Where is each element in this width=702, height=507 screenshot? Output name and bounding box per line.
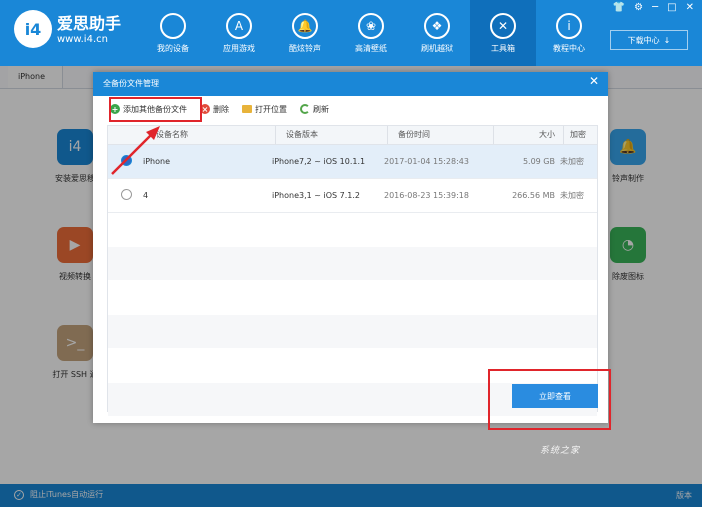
download-icon: ↓ xyxy=(663,35,671,45)
nav-label: 我的设备 xyxy=(157,43,189,53)
refresh-button[interactable]: 刷新 xyxy=(300,104,329,115)
open-location-button[interactable]: 打开位置 xyxy=(242,104,287,115)
settings-icon[interactable]: ⚙ xyxy=(634,2,643,13)
apple-icon xyxy=(160,12,186,39)
minimize-icon[interactable]: ─ xyxy=(652,2,658,13)
cell-backup-time: 2017-01-04 15:28:43 xyxy=(384,157,469,166)
nav-wallpapers[interactable]: ❀ 高清壁纸 xyxy=(338,0,404,66)
table-header: 设备名称 设备版本 备份时间 大小 加密 xyxy=(108,126,597,145)
nav-label: 高清壁纸 xyxy=(355,43,387,53)
close-icon[interactable]: ✕ xyxy=(686,2,694,13)
info-icon: i xyxy=(556,12,582,39)
cell-encrypted: 未加密 xyxy=(560,191,584,200)
empty-row xyxy=(108,315,597,348)
cell-encrypted: 未加密 xyxy=(560,157,584,166)
cell-device-version: iPhone3,1 ~ iOS 7.1.2 xyxy=(272,191,361,200)
i4-logo-icon[interactable]: i4 xyxy=(14,10,52,48)
app-store-icon: A xyxy=(226,12,252,39)
watermark: 系统之家 xyxy=(540,446,581,456)
nav-ringtones[interactable]: 🔔 酷炫铃声 xyxy=(272,0,338,66)
refresh-icon xyxy=(300,104,310,114)
highlight-box-add xyxy=(109,97,202,122)
close-icon[interactable]: ✕ xyxy=(589,74,599,88)
cell-size: 5.09 GB xyxy=(522,157,555,166)
cell-backup-time: 2016-08-23 15:39:18 xyxy=(384,191,469,200)
bell-icon: 🔔 xyxy=(292,12,318,39)
nav-label: 应用游戏 xyxy=(223,43,255,53)
red-arrow-icon xyxy=(111,126,160,175)
nav-label: 刷机越狱 xyxy=(421,43,453,53)
window-controls: 👕 ⚙ ─ □ ✕ xyxy=(613,2,694,13)
skin-icon[interactable]: 👕 xyxy=(613,2,625,13)
column-size[interactable]: 大小 xyxy=(493,126,563,144)
main-nav: 我的设备 A 应用游戏 🔔 酷炫铃声 ❀ 高清壁纸 ❖ 刷机越狱 ✕ 工具箱 i… xyxy=(140,0,602,66)
column-device-version[interactable]: 设备版本 xyxy=(275,126,387,144)
nav-my-device[interactable]: 我的设备 xyxy=(140,0,206,66)
delete-label: 删除 xyxy=(213,104,229,114)
cell-size: 266.56 MB xyxy=(512,191,555,200)
highlight-box-view xyxy=(488,369,611,430)
empty-row xyxy=(108,247,597,280)
nav-label: 教程中心 xyxy=(553,43,585,53)
table-row[interactable]: iPhone iPhone7,2 ~ iOS 10.1.1 2017-01-04… xyxy=(108,145,597,179)
download-center-button[interactable]: 下载中心 ↓ xyxy=(610,30,688,50)
column-encrypted[interactable]: 加密 xyxy=(563,126,597,144)
nav-toolbox[interactable]: ✕ 工具箱 xyxy=(470,0,536,66)
nav-tutorials[interactable]: i 教程中心 xyxy=(536,0,602,66)
download-label: 下载中心 xyxy=(627,35,660,45)
delete-button[interactable]: × 删除 xyxy=(200,104,229,115)
open-location-label: 打开位置 xyxy=(255,104,287,114)
cell-device-version: iPhone7,2 ~ iOS 10.1.1 xyxy=(272,157,366,166)
top-bar: i4 爱思助手 www.i4.cn 我的设备 A 应用游戏 🔔 酷炫铃声 ❀ 高… xyxy=(0,0,702,66)
nav-flash-jailbreak[interactable]: ❖ 刷机越狱 xyxy=(404,0,470,66)
folder-icon xyxy=(242,105,252,113)
dialog-title: 全备份文件管理 xyxy=(93,72,608,96)
nav-label: 酷炫铃声 xyxy=(289,43,321,53)
column-backup-time[interactable]: 备份时间 xyxy=(387,126,493,144)
nav-label: 工具箱 xyxy=(491,43,515,53)
brand-name: 爱思助手 xyxy=(57,14,122,33)
refresh-label: 刷新 xyxy=(313,104,329,114)
tools-icon: ✕ xyxy=(490,12,516,39)
nav-apps-games[interactable]: A 应用游戏 xyxy=(206,0,272,66)
maximize-icon[interactable]: □ xyxy=(667,2,676,13)
flower-icon: ❀ xyxy=(358,12,384,39)
box-icon: ❖ xyxy=(424,12,450,39)
cell-device-name: 4 xyxy=(143,191,149,200)
radio-unselected[interactable] xyxy=(121,189,132,200)
brand-url: www.i4.cn xyxy=(57,34,108,45)
table-row[interactable]: 4 iPhone3,1 ~ iOS 7.1.2 2016-08-23 15:39… xyxy=(108,179,597,213)
